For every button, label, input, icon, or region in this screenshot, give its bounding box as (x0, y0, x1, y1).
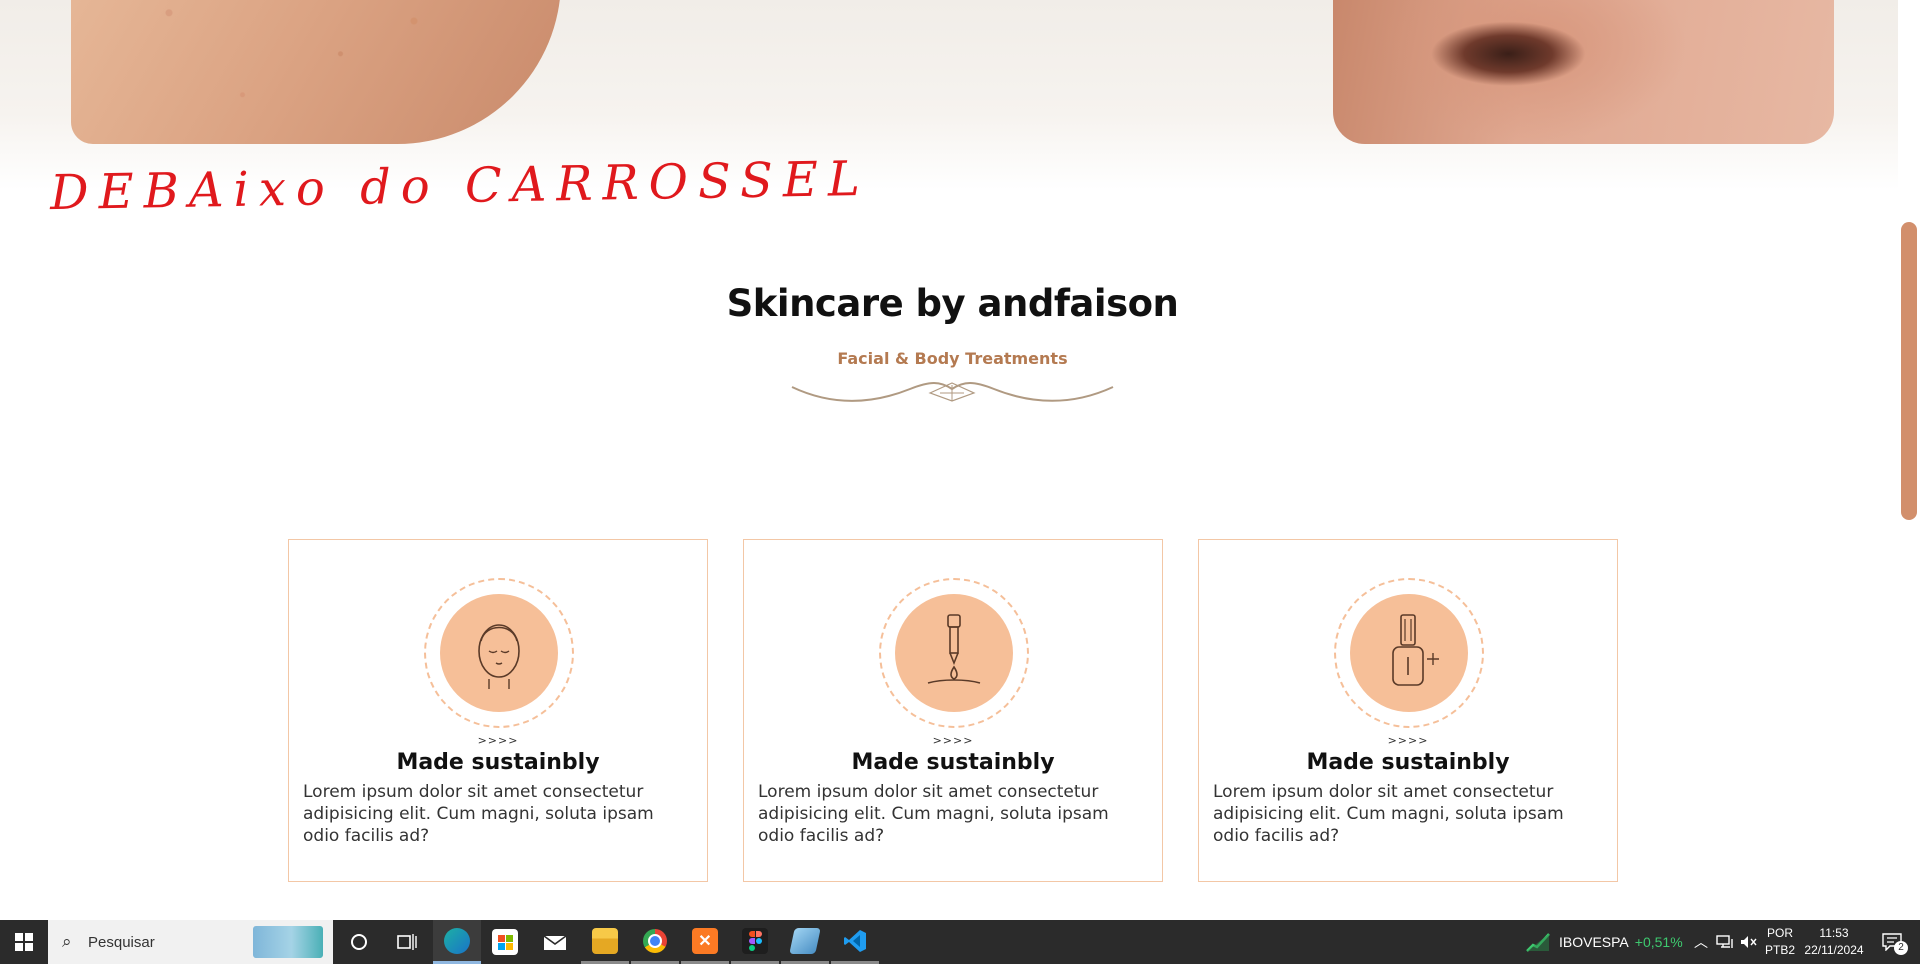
face-icon (478, 624, 520, 689)
cortana-icon (351, 934, 367, 950)
stock-change: +0,51% (1634, 934, 1683, 950)
network-button[interactable] (1714, 920, 1736, 964)
xampp-button[interactable]: ✕ (681, 920, 729, 964)
section-title: Skincare by andfaison (726, 282, 1179, 325)
icon-badge (1350, 594, 1468, 712)
stock-chart-icon (1526, 933, 1550, 952)
windows-logo-icon (14, 933, 33, 951)
stock-widget[interactable]: IBOVESPA +0,51% (1525, 920, 1683, 964)
card-title: Made sustainbly (851, 750, 1055, 775)
feature-card: >>>> Made sustainbly Lorem ipsum dolor s… (743, 539, 1163, 882)
feature-card: >>>> Made sustainbly Lorem ipsum dolor s… (1198, 539, 1618, 882)
card-description: Lorem ipsum dolor sit amet consectetur a… (758, 782, 1109, 846)
edge-button[interactable] (433, 920, 481, 964)
language-code: POR (1766, 926, 1793, 940)
notepad-icon (789, 927, 821, 954)
vscode-button[interactable] (831, 920, 879, 964)
clock-time: 11:53 (1819, 926, 1849, 940)
stock-name: IBOVESPA (1559, 934, 1629, 950)
figma-button[interactable] (731, 920, 779, 964)
chevron-up-icon: ︿ (1694, 934, 1708, 950)
card-description: Lorem ipsum dolor sit amet consectetur a… (303, 782, 654, 846)
store-icon (492, 929, 518, 955)
chrome-button[interactable] (631, 920, 679, 964)
serum-bottle-icon (1392, 614, 1439, 686)
decorative-arrows: >>>> (1387, 734, 1429, 747)
carousel-image-skin[interactable] (71, 0, 561, 144)
search-highlight-image (253, 926, 323, 958)
task-view-icon (397, 934, 417, 950)
mail-button[interactable] (531, 920, 579, 964)
taskbar: ⌕ Pesquisar ✕ IBOVESPA +0,51% ︿ POR PTB2… (0, 920, 1920, 964)
xampp-icon: ✕ (692, 927, 718, 954)
volume-button[interactable] (1738, 920, 1760, 964)
icon-ring (424, 578, 574, 728)
icon-badge (440, 594, 558, 712)
edge-icon (444, 927, 470, 954)
ornament-divider-icon (791, 382, 1114, 402)
figma-icon (742, 927, 768, 954)
clock[interactable]: 11:53 22/11/2024 (1799, 920, 1869, 964)
card-title: Made sustainbly (396, 750, 600, 775)
section-heading: Skincare by andfaison Facial & Body Trea… (0, 282, 1905, 368)
section-subtitle: Facial & Body Treatments (837, 349, 1068, 368)
file-explorer-icon (592, 927, 618, 954)
notepad-button[interactable] (781, 920, 829, 964)
icon-badge (895, 594, 1013, 712)
search-icon: ⌕ (62, 932, 72, 952)
file-explorer-button[interactable] (581, 920, 629, 964)
carousel-image-nose[interactable] (1333, 0, 1834, 144)
language-indicator[interactable]: POR PTB2 (1762, 920, 1798, 964)
clock-date: 22/11/2024 (1804, 943, 1864, 957)
search-placeholder: Pesquisar (88, 933, 155, 951)
scrollbar-thumb[interactable] (1901, 222, 1917, 520)
feature-card: >>>> Made sustainbly Lorem ipsum dolor s… (288, 539, 708, 882)
card-description: Lorem ipsum dolor sit amet consectetur a… (1213, 782, 1564, 846)
dropper-icon (927, 614, 981, 684)
network-icon (1716, 935, 1733, 948)
volume-muted-icon (1741, 936, 1757, 948)
icon-ring (1334, 578, 1484, 728)
start-button[interactable] (0, 920, 47, 964)
browser-viewport: DEBAixo do CARROSSEL Skincare by andfais… (0, 0, 1920, 920)
mail-icon (543, 935, 567, 950)
decorative-arrows: >>>> (932, 734, 974, 747)
cortana-button[interactable] (335, 920, 383, 964)
keyboard-layout: PTB2 (1764, 943, 1795, 957)
tray-overflow-button[interactable]: ︿ (1690, 920, 1712, 964)
notifications-button[interactable]: 2 (1873, 920, 1913, 964)
store-button[interactable] (481, 920, 529, 964)
task-view-button[interactable] (383, 920, 431, 964)
decorative-arrows: >>>> (477, 734, 519, 747)
card-title: Made sustainbly (1306, 750, 1510, 775)
chrome-icon (643, 928, 667, 953)
vscode-icon (844, 929, 866, 952)
taskbar-search[interactable]: ⌕ Pesquisar (48, 920, 333, 964)
notification-count: 2 (1894, 941, 1908, 955)
icon-ring (879, 578, 1029, 728)
